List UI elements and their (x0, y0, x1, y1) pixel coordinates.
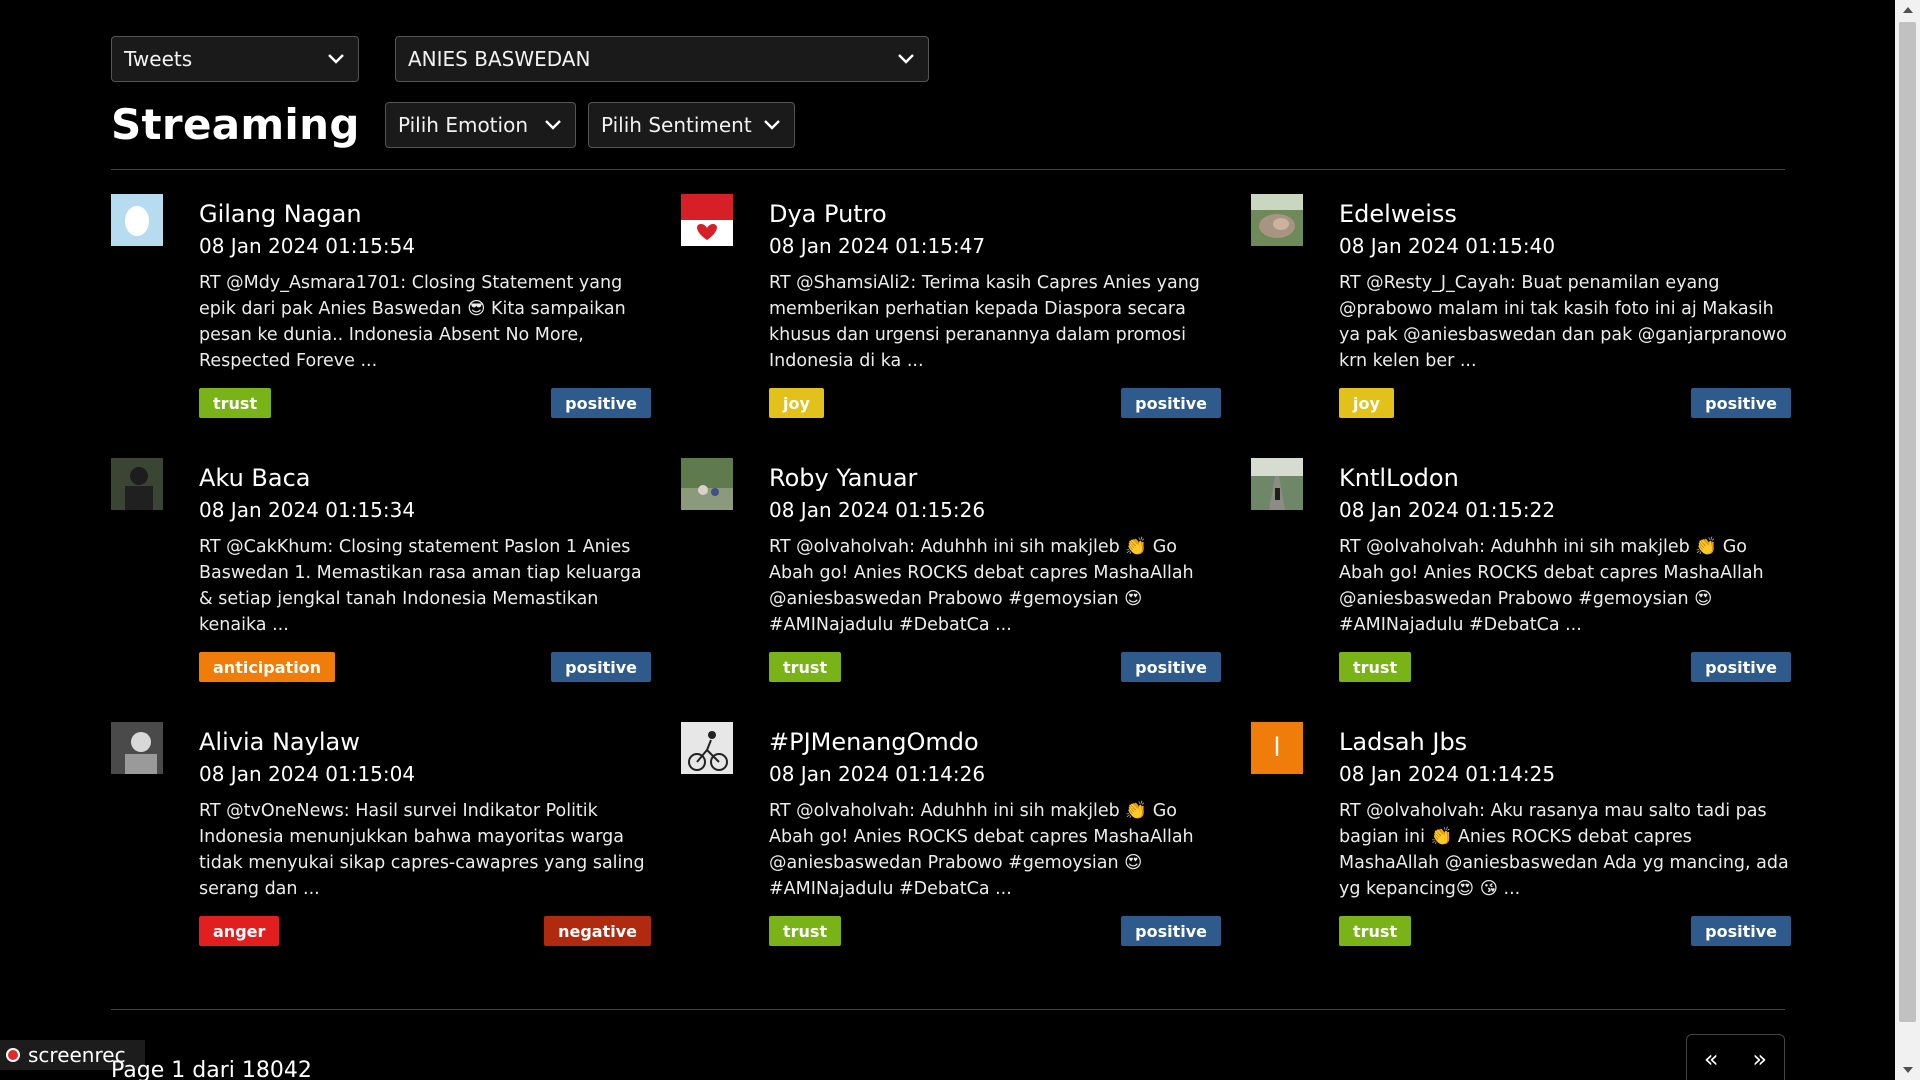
tweet-author-name: #PJMenangOmdo (769, 728, 979, 756)
tweet-card: l Ladsah Jbs 08 Jan 2024 01:14:25 RT @olvah… (1251, 722, 1791, 972)
candidate-select-value: ANIES BASWEDAN (408, 47, 591, 71)
avatar (111, 722, 163, 774)
sentiment-badge: positive (551, 388, 651, 418)
tweet-card: Roby Yanuar 08 Jan 2024 01:15:26 RT @olvah… (681, 458, 1221, 708)
emotion-badge: joy (769, 388, 824, 418)
tweet-card: #PJMenangOmdo 08 Jan 2024 01:14:26 RT @olv… (681, 722, 1221, 972)
sentiment-badge: positive (1121, 652, 1221, 682)
avatar (681, 458, 733, 510)
type-select-value: Tweets (124, 47, 193, 71)
tweet-timestamp: 08 Jan 2024 01:15:54 (199, 234, 416, 258)
scroll-up-arrow-icon[interactable] (1895, 0, 1920, 20)
sentiment-badge: positive (1691, 388, 1791, 418)
tweet-card: Dya Putro 08 Jan 2024 01:15:47 RT @ShamsiA… (681, 194, 1221, 444)
sentiment-badge: positive (1691, 652, 1791, 682)
divider (111, 169, 1785, 170)
tweet-timestamp: 08 Jan 2024 01:15:47 (769, 234, 986, 258)
chevron-down-icon (543, 115, 563, 135)
tweet-text: RT @CakKhum: Closing statement Paslon 1 … (199, 537, 642, 635)
chevron-down-icon (762, 115, 782, 135)
chevron-down-icon (326, 49, 346, 69)
tweet-text: RT @Resty_J_Cayah: Buat penamilan eyang … (1339, 273, 1787, 371)
avatar: l (1251, 722, 1303, 774)
tweet-text: RT @olvaholvah: Aduhhh ini sih makjleb 👏… (769, 801, 1194, 899)
scrollbar-thumb[interactable] (1899, 22, 1916, 1022)
tweet-timestamp: 08 Jan 2024 01:15:04 (199, 762, 416, 786)
tweet-text: RT @olvaholvah: Aduhhh ini sih makjleb 👏… (1339, 537, 1764, 635)
tweet-timestamp: 08 Jan 2024 01:15:26 (769, 498, 986, 522)
emotion-badge: trust (769, 916, 842, 946)
sentiment-badge: negative (544, 916, 651, 946)
tweet-card: Edelweiss 08 Jan 2024 01:15:40 RT @Resty_J… (1251, 194, 1791, 444)
sentiment-badge: positive (1121, 916, 1221, 946)
emotion-badge: anticipation (199, 652, 336, 682)
sentiment-badge: positive (551, 652, 651, 682)
divider (111, 1009, 1785, 1010)
tweet-author-name: Gilang Nagan (199, 200, 362, 228)
sentiment-select-value: Pilih Sentiment (601, 113, 752, 137)
emotion-badge: trust (1339, 916, 1412, 946)
prev-page-button[interactable]: « (1687, 1035, 1736, 1080)
tweet-timestamp: 08 Jan 2024 01:15:34 (199, 498, 416, 522)
avatar (111, 194, 163, 246)
scrollbar[interactable] (1895, 0, 1920, 1080)
scroll-down-arrow-icon[interactable] (1895, 1060, 1920, 1080)
tweet-author-name: KntlLodon (1339, 464, 1459, 492)
tweet-card: Gilang Nagan 08 Jan 2024 01:15:54 RT @Mdy_… (111, 194, 651, 444)
tweet-card: Aku Baca 08 Jan 2024 01:15:34 RT @CakKhum:… (111, 458, 651, 708)
emotion-badge: trust (199, 388, 272, 418)
tweet-card: KntlLodon 08 Jan 2024 01:15:22 RT @olvahol… (1251, 458, 1791, 708)
chevron-down-icon (896, 49, 916, 69)
avatar (111, 458, 163, 510)
next-page-button[interactable]: » (1736, 1035, 1785, 1080)
avatar (1251, 194, 1303, 246)
sentiment-badge: positive (1121, 388, 1221, 418)
record-icon (6, 1048, 20, 1062)
sentiment-badge: positive (1691, 916, 1791, 946)
page-title: Streaming (111, 100, 360, 149)
tweet-author-name: Edelweiss (1339, 200, 1457, 228)
tweet-timestamp: 08 Jan 2024 01:14:25 (1339, 762, 1556, 786)
emotion-badge: anger (199, 916, 280, 946)
emotion-select[interactable]: Pilih Emotion (385, 102, 576, 148)
type-select[interactable]: Tweets (111, 36, 359, 82)
tweet-text: RT @ShamsiAli2: Terima kasih Capres Anie… (769, 273, 1200, 371)
emotion-badge: joy (1339, 388, 1394, 418)
tweet-card: Alivia Naylaw 08 Jan 2024 01:15:04 RT @tvO… (111, 722, 651, 972)
tweet-author-name: Ladsah Jbs (1339, 728, 1468, 756)
sentiment-select[interactable]: Pilih Sentiment (588, 102, 795, 148)
tweet-author-name: Dya Putro (769, 200, 887, 228)
avatar-letter: l (1273, 733, 1281, 763)
tweet-text: RT @olvaholvah: Aku rasanya mau salto ta… (1339, 801, 1789, 899)
emotion-select-value: Pilih Emotion (398, 113, 528, 137)
tweet-timestamp: 08 Jan 2024 01:15:40 (1339, 234, 1556, 258)
tweet-text: RT @olvaholvah: Aduhhh ini sih makjleb 👏… (769, 537, 1194, 635)
tweet-author-name: Alivia Naylaw (199, 728, 360, 756)
emotion-badge: trust (1339, 652, 1412, 682)
tweet-timestamp: 08 Jan 2024 01:14:26 (769, 762, 986, 786)
tweet-author-name: Aku Baca (199, 464, 311, 492)
tweet-author-name: Roby Yanuar (769, 464, 918, 492)
tweet-text: RT @tvOneNews: Hasil survei Indikator Po… (199, 801, 645, 899)
avatar (681, 722, 733, 774)
candidate-select[interactable]: ANIES BASWEDAN (395, 36, 929, 82)
avatar (681, 194, 733, 246)
pagination: « » (1686, 1034, 1785, 1080)
tweet-timestamp: 08 Jan 2024 01:15:22 (1339, 498, 1556, 522)
tweet-text: RT @Mdy_Asmara1701: Closing Statement ya… (199, 273, 626, 371)
page-info: Page 1 dari 18042 (111, 1058, 312, 1080)
avatar (1251, 458, 1303, 510)
emotion-badge: trust (769, 652, 842, 682)
